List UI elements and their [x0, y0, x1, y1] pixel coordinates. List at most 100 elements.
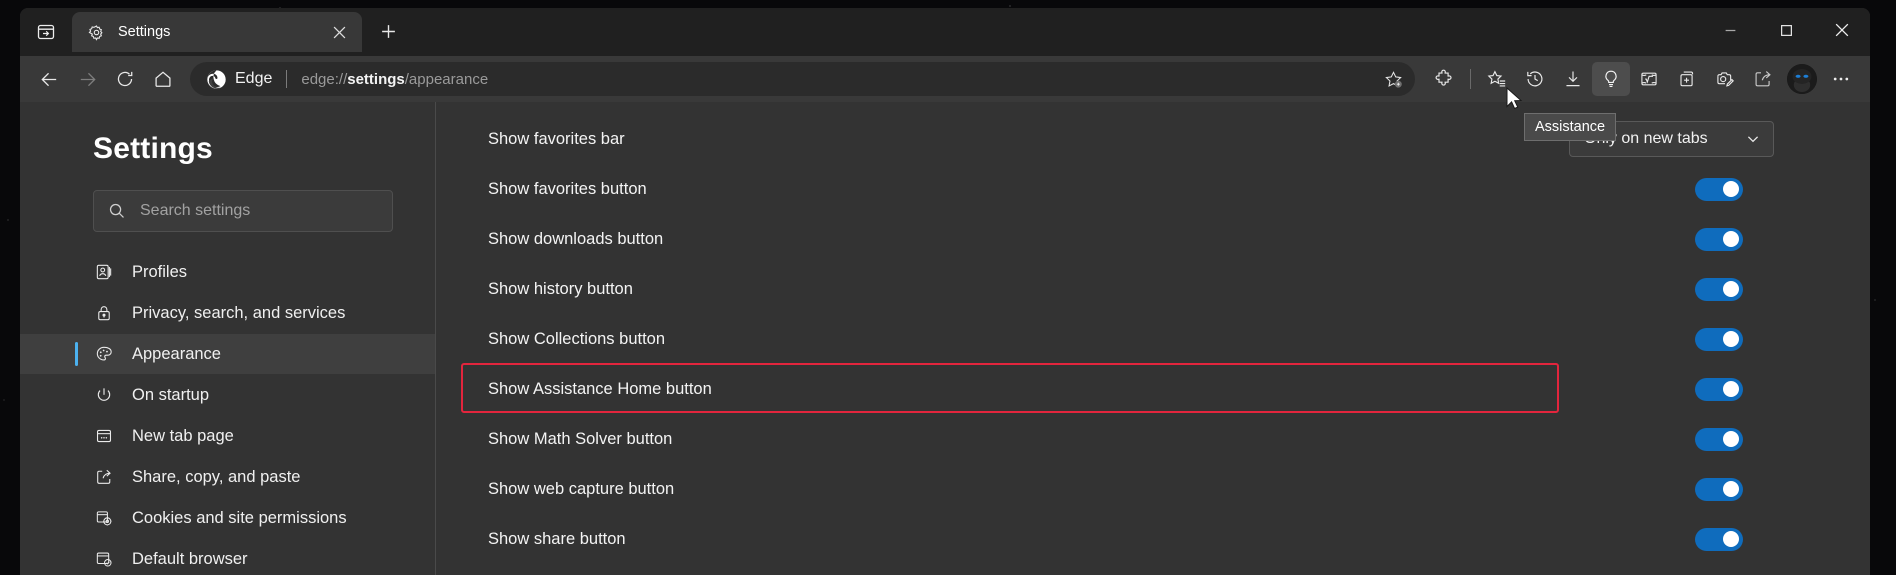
sidebar-item-appearance[interactable]: Appearance	[20, 334, 435, 374]
sidebar-item-default-browser[interactable]: Default browser	[20, 539, 435, 575]
sidebar-item-label: Privacy, search, and services	[132, 303, 346, 322]
palette-icon	[93, 343, 115, 365]
browser-tab-settings[interactable]: Settings	[72, 12, 362, 52]
home-button[interactable]	[144, 62, 182, 96]
setting-row-show-favorites-bar: Show favorites bar Only on new tabs	[436, 114, 1870, 164]
default-browser-icon	[93, 548, 115, 570]
setting-label: Show history button	[488, 279, 633, 298]
toggle-knob	[1723, 481, 1739, 497]
setting-row-show-history-button: Show history button	[436, 264, 1870, 314]
setting-control	[1695, 214, 1743, 264]
more-options-icon[interactable]	[1822, 62, 1860, 96]
new-tab-button[interactable]	[370, 13, 406, 49]
setting-row-show-collections-button: Show Collections button	[436, 314, 1870, 364]
sidebar-item-label: Default browser	[132, 549, 248, 568]
share-copy-paste-icon	[93, 466, 115, 488]
setting-row-show-downloads-button: Show downloads button	[436, 214, 1870, 264]
avatar[interactable]	[1787, 64, 1817, 94]
sidebar-item-privacy[interactable]: Privacy, search, and services	[20, 293, 435, 333]
sidebar-item-new-tab-page[interactable]: New tab page	[20, 416, 435, 456]
setting-label: Show downloads button	[488, 229, 664, 248]
search-input[interactable]: Search settings	[140, 202, 250, 220]
sidebar-item-label: Share, copy, and paste	[132, 467, 301, 486]
toggle-knob	[1723, 381, 1739, 397]
setting-row-show-web-capture-button: Show web capture button	[436, 464, 1870, 514]
gear-icon	[86, 22, 106, 42]
toggle-knob	[1723, 331, 1739, 347]
setting-label: Show favorites button	[488, 179, 647, 198]
setting-control	[1695, 314, 1743, 364]
sidebar-item-on-startup[interactable]: On startup	[20, 375, 435, 415]
toggle-show-math-solver-button[interactable]	[1695, 427, 1743, 451]
search-settings-box[interactable]: Search settings	[93, 190, 393, 232]
address-bar[interactable]: Edge edge://settings/appearance	[190, 62, 1415, 96]
browser-toolbar: Edge edge://settings/appearance	[20, 56, 1870, 102]
setting-row-show-math-solver-button: Show Math Solver button	[436, 414, 1870, 464]
sidebar-item-share-copy-paste[interactable]: Share, copy, and paste	[20, 457, 435, 497]
toolbar-divider	[1470, 69, 1471, 89]
collections-icon[interactable]	[1668, 62, 1706, 96]
toggle-show-favorites-button[interactable]	[1695, 177, 1743, 201]
tab-strip: Settings	[20, 8, 1870, 56]
toggle-show-downloads-button[interactable]	[1695, 227, 1743, 251]
toggle-show-web-capture-button[interactable]	[1695, 477, 1743, 501]
toggle-show-assistance-home-button[interactable]	[1695, 377, 1743, 401]
setting-label: Show Collections button	[488, 329, 666, 348]
toggle-knob	[1723, 181, 1739, 197]
lock-icon	[93, 302, 115, 324]
maximize-button[interactable]	[1758, 8, 1814, 52]
setting-control	[1695, 464, 1743, 514]
sidebar-item-cookies[interactable]: Cookies and site permissions	[20, 498, 435, 538]
assistance-lightbulb-icon[interactable]	[1592, 62, 1630, 96]
edge-browser-window: Settings Edge edge://settings/appearance…	[20, 8, 1870, 575]
url-path: /appearance	[404, 70, 489, 88]
sidebar-item-label: Cookies and site permissions	[132, 508, 347, 527]
omnibox-divider	[286, 70, 288, 88]
setting-control	[1695, 164, 1743, 214]
downloads-icon[interactable]	[1554, 62, 1592, 96]
settings-page: Settings Search settings Profiles Privac…	[20, 102, 1870, 575]
settings-sidebar: Settings Search settings Profiles Privac…	[20, 102, 435, 575]
address-bar-url[interactable]: edge://settings/appearance	[301, 71, 1371, 88]
setting-label: Show favorites bar	[488, 129, 625, 148]
toggle-show-share-button[interactable]	[1695, 527, 1743, 551]
sidebar-item-label: Appearance	[132, 344, 221, 363]
chevron-down-icon	[1745, 131, 1761, 147]
back-button[interactable]	[30, 62, 68, 96]
sidebar-item-label: Profiles	[132, 262, 188, 281]
edge-brand-label: Edge	[235, 70, 273, 87]
tooltip-assistance: Assistance	[1524, 113, 1617, 141]
url-host: settings	[347, 70, 405, 88]
setting-control	[1695, 514, 1743, 564]
sidebar-item-label: On startup	[132, 385, 210, 404]
setting-row-show-favorites-button: Show favorites button	[436, 164, 1870, 214]
tab-title: Settings	[118, 24, 171, 40]
tab-search-icon[interactable]	[24, 12, 68, 52]
setting-control	[1695, 364, 1743, 414]
setting-control	[1695, 264, 1743, 314]
web-capture-icon[interactable]	[1706, 62, 1744, 96]
screen: Settings Edge edge://settings/appearance…	[0, 0, 1896, 575]
share-icon[interactable]	[1744, 62, 1782, 96]
refresh-button[interactable]	[106, 62, 144, 96]
close-icon[interactable]	[326, 19, 352, 45]
sidebar-item-profiles[interactable]: Profiles	[20, 252, 435, 292]
minimize-button[interactable]	[1702, 8, 1758, 52]
close-button[interactable]	[1814, 8, 1870, 52]
toggle-show-collections-button[interactable]	[1695, 327, 1743, 351]
setting-control	[1695, 414, 1743, 464]
setting-label: Show share button	[488, 529, 626, 548]
add-favorite-icon[interactable]	[1377, 65, 1409, 93]
math-solver-icon[interactable]	[1630, 62, 1668, 96]
forward-button[interactable]	[68, 62, 106, 96]
setting-row-show-assistance-home-button: Show Assistance Home button	[436, 364, 1870, 414]
url-prefix: edge://	[301, 70, 348, 88]
toggle-show-history-button[interactable]	[1695, 277, 1743, 301]
search-icon	[106, 200, 128, 222]
settings-content: Show favorites bar Only on new tabs Show…	[435, 102, 1870, 575]
profile-icon	[93, 261, 115, 283]
setting-row-show-share-button: Show share button	[436, 514, 1870, 564]
window-controls	[1702, 8, 1870, 52]
extensions-icon[interactable]	[1425, 62, 1463, 96]
settings-nav: Profiles Privacy, search, and services A…	[20, 252, 435, 575]
